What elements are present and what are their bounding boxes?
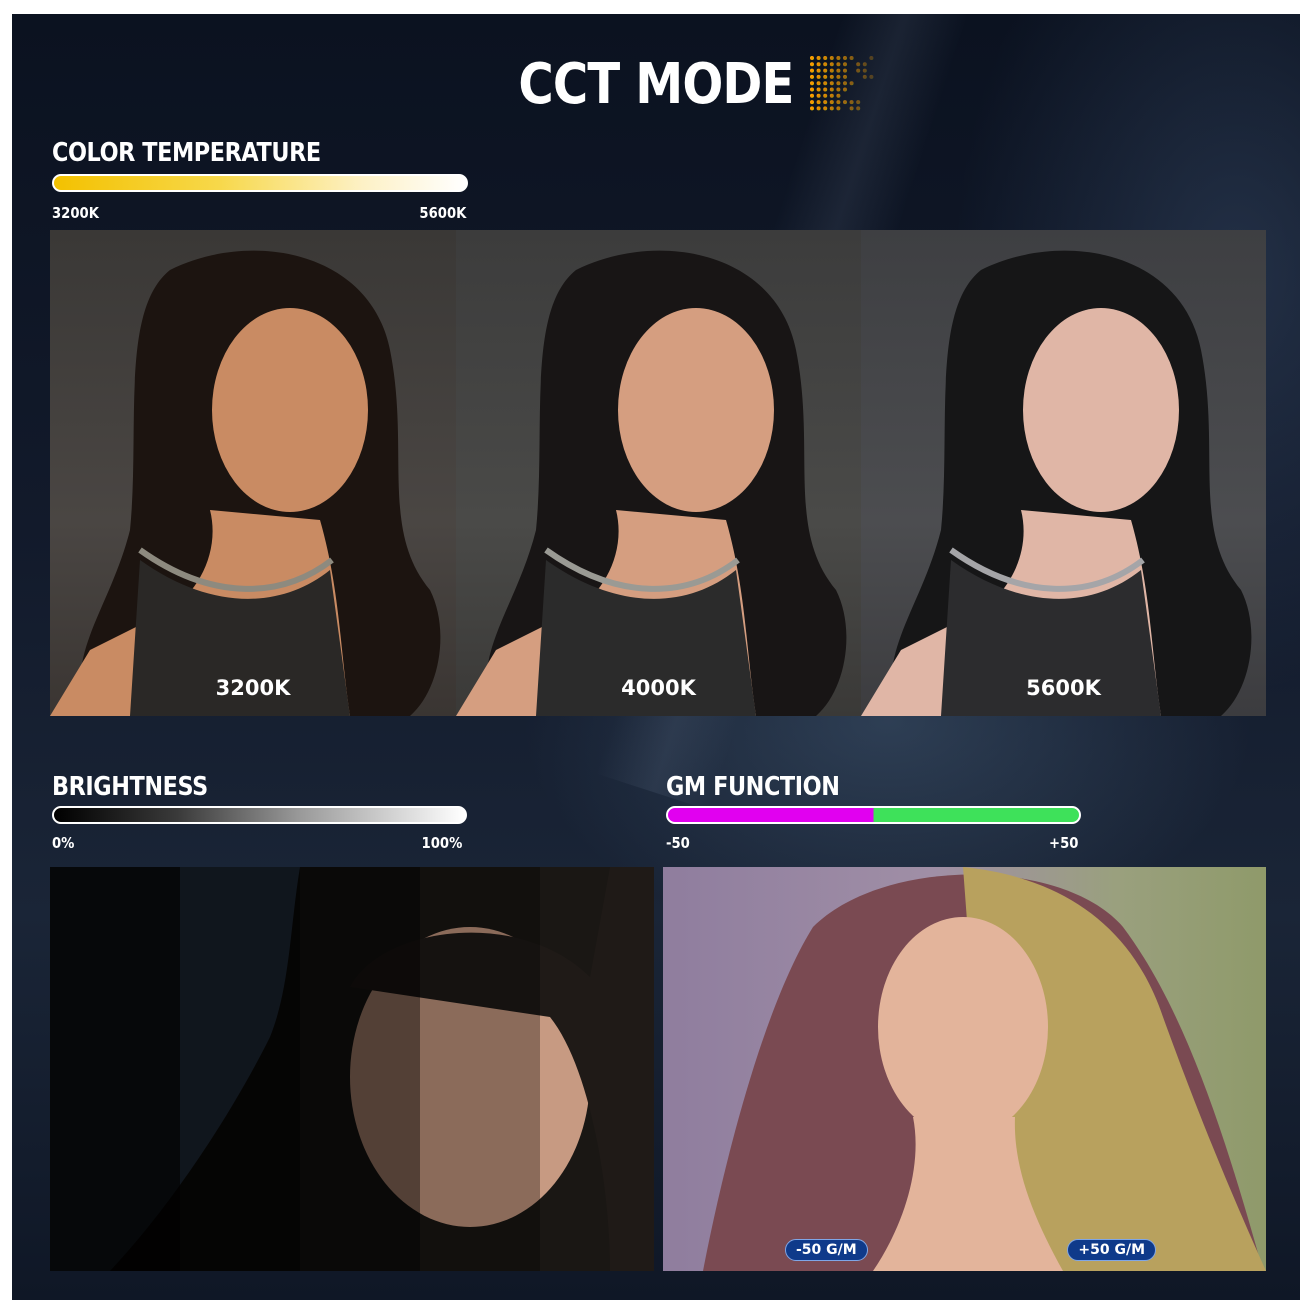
caption-5600k: 5600K bbox=[861, 676, 1266, 700]
page-title: CCT MODE bbox=[102, 52, 1210, 117]
gm-max-label: +50 bbox=[1049, 834, 1078, 852]
color-temperature-label: COLOR TEMPERATURE bbox=[52, 138, 321, 168]
color-temperature-bar bbox=[52, 174, 468, 192]
portrait-illustration bbox=[861, 230, 1266, 716]
portrait-illustration bbox=[50, 230, 456, 716]
portrait-5600k: 5600K bbox=[861, 230, 1266, 716]
temp-max-label: 5600K bbox=[419, 204, 466, 222]
brightness-min-label: 0% bbox=[52, 834, 74, 852]
temp-min-label: 3200K bbox=[52, 204, 99, 222]
gm-min-label: -50 bbox=[666, 834, 690, 852]
portrait-illustration bbox=[50, 867, 654, 1271]
portrait-illustration bbox=[456, 230, 861, 716]
brightness-max-label: 100% bbox=[421, 834, 462, 852]
portrait-4000k: 4000K bbox=[456, 230, 861, 716]
gm-function-bar bbox=[666, 806, 1081, 824]
caption-4000k: 4000K bbox=[456, 676, 861, 700]
brightness-portrait bbox=[50, 867, 654, 1271]
gm-function-label: GM FUNCTION bbox=[666, 772, 840, 802]
brightness-label: BRIGHTNESS bbox=[52, 772, 208, 802]
gm-negative-badge: -50 G/M bbox=[785, 1239, 868, 1261]
gm-portrait: -50 G/M +50 G/M bbox=[663, 867, 1266, 1271]
infographic-panel: CCT MODE COLOR TEMPERATURE 3200K 5600K 3… bbox=[12, 14, 1300, 1300]
led-grid-icon bbox=[808, 54, 878, 112]
portrait-illustration bbox=[663, 867, 1266, 1271]
caption-3200k: 3200K bbox=[50, 676, 456, 700]
portrait-3200k: 3200K bbox=[50, 230, 456, 716]
brightness-bar bbox=[52, 806, 467, 824]
gm-positive-badge: +50 G/M bbox=[1067, 1239, 1156, 1261]
